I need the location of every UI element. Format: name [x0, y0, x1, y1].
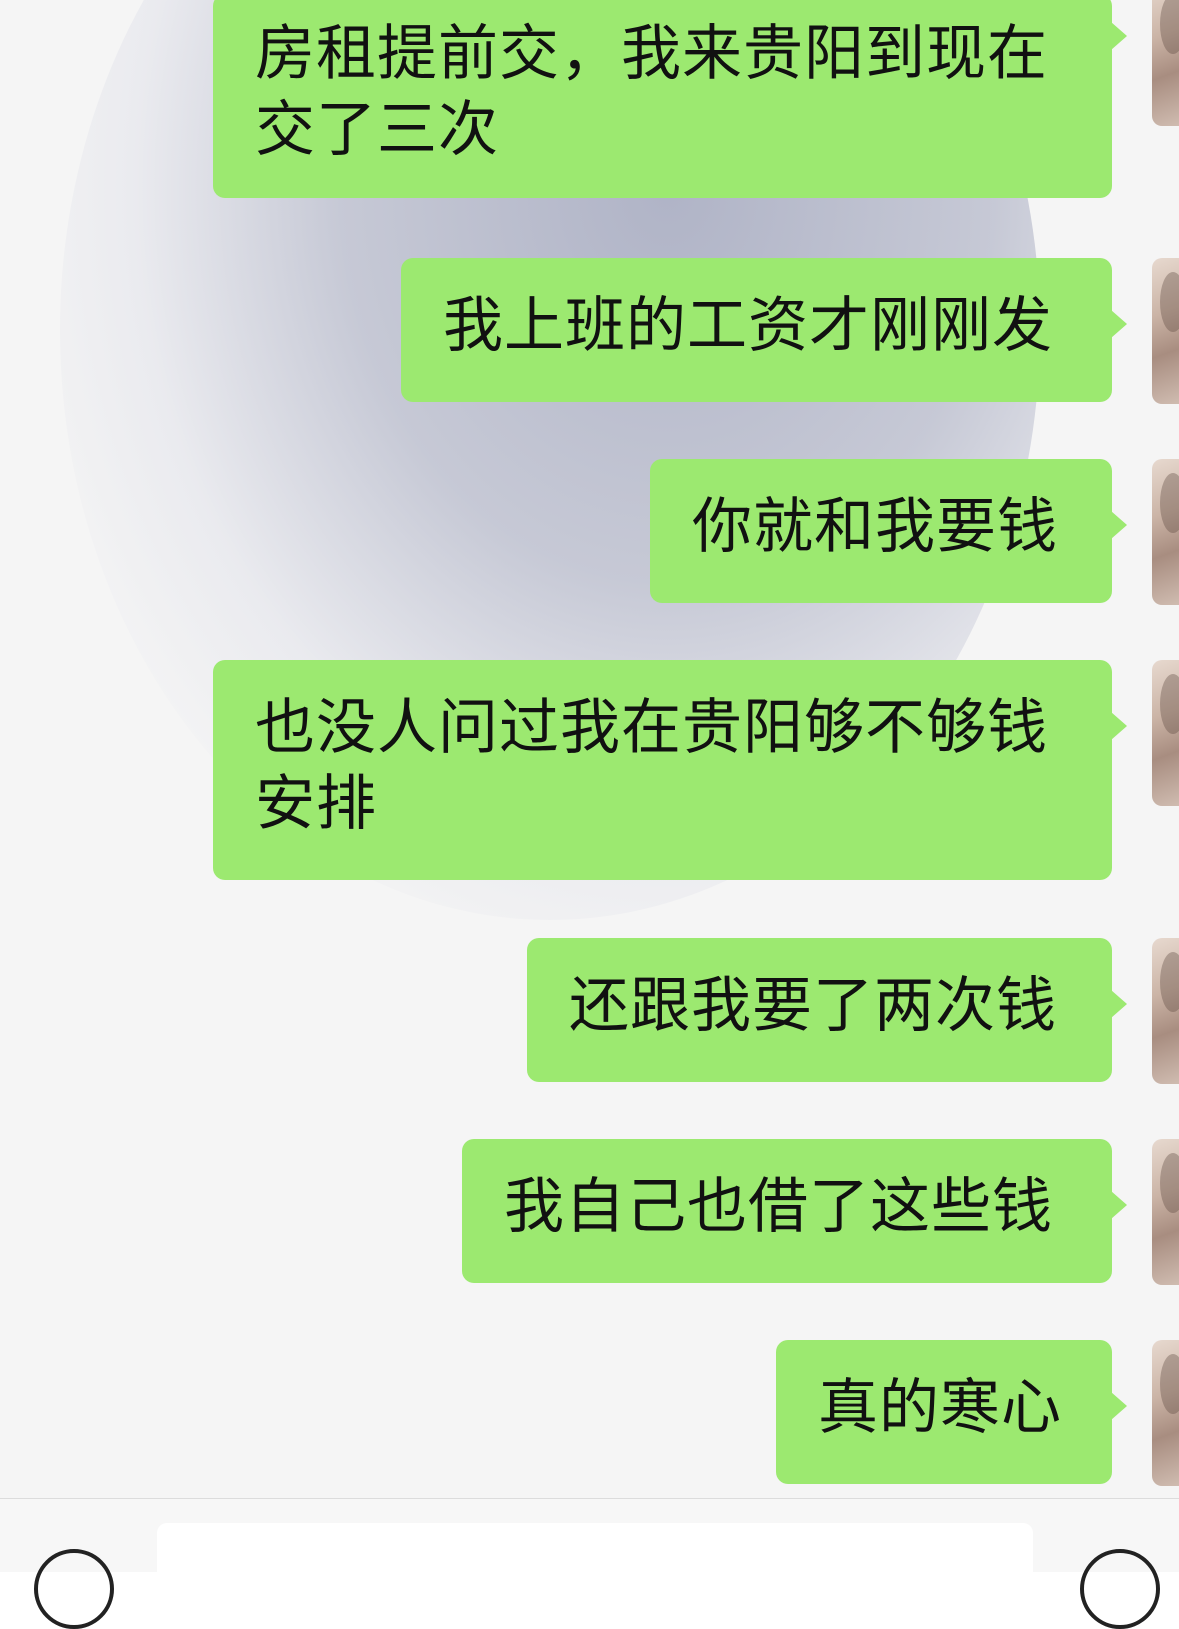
avatar[interactable] [1152, 1340, 1179, 1486]
bubble-tail [1111, 990, 1127, 1018]
bubble-tail [1111, 1191, 1127, 1219]
chat-area[interactable]: 房租提前交，我来贵阳到现在交了三次 我上班的工资才刚刚发 你就和我要钱 也没人问… [0, 0, 1179, 1498]
avatar[interactable] [1152, 1139, 1179, 1285]
message-text: 真的寒心 [818, 1373, 1062, 1443]
bubble-tail [1111, 511, 1127, 539]
bubble-tail [1111, 1392, 1127, 1420]
message-text: 也没人问过我在贵阳够不够钱安排 [255, 693, 1048, 839]
message-bubble[interactable]: 房租提前交，我来贵阳到现在交了三次 [213, 0, 1127, 198]
voice-icon[interactable] [34, 1549, 114, 1629]
emoji-icon[interactable] [1080, 1549, 1160, 1629]
message-bubble[interactable]: 真的寒心 [776, 1340, 1127, 1484]
avatar[interactable] [1152, 459, 1179, 605]
avatar[interactable] [1152, 0, 1179, 126]
avatar[interactable] [1152, 938, 1179, 1084]
message-bubble[interactable]: 还跟我要了两次钱 [527, 938, 1127, 1082]
message-bubble[interactable]: 我自己也借了这些钱 [462, 1139, 1127, 1283]
message-bubble[interactable]: 我上班的工资才刚刚发 [401, 258, 1127, 402]
message-text: 你就和我要钱 [692, 492, 1058, 562]
bubble-tail [1111, 22, 1127, 50]
bubble-tail [1111, 712, 1127, 740]
message-bubble[interactable]: 也没人问过我在贵阳够不够钱安排 [213, 660, 1127, 880]
avatar[interactable] [1152, 660, 1179, 806]
bubble-tail [1111, 310, 1127, 338]
message-text: 房租提前交，我来贵阳到现在交了三次 [255, 19, 1048, 165]
avatar[interactable] [1152, 258, 1179, 404]
input-bar [0, 1498, 1179, 1629]
message-text: 我上班的工资才刚刚发 [443, 291, 1053, 361]
message-bubble[interactable]: 你就和我要钱 [650, 459, 1127, 603]
message-text: 我自己也借了这些钱 [504, 1172, 1053, 1242]
message-text: 还跟我要了两次钱 [569, 971, 1057, 1041]
message-input[interactable] [157, 1523, 1033, 1603]
